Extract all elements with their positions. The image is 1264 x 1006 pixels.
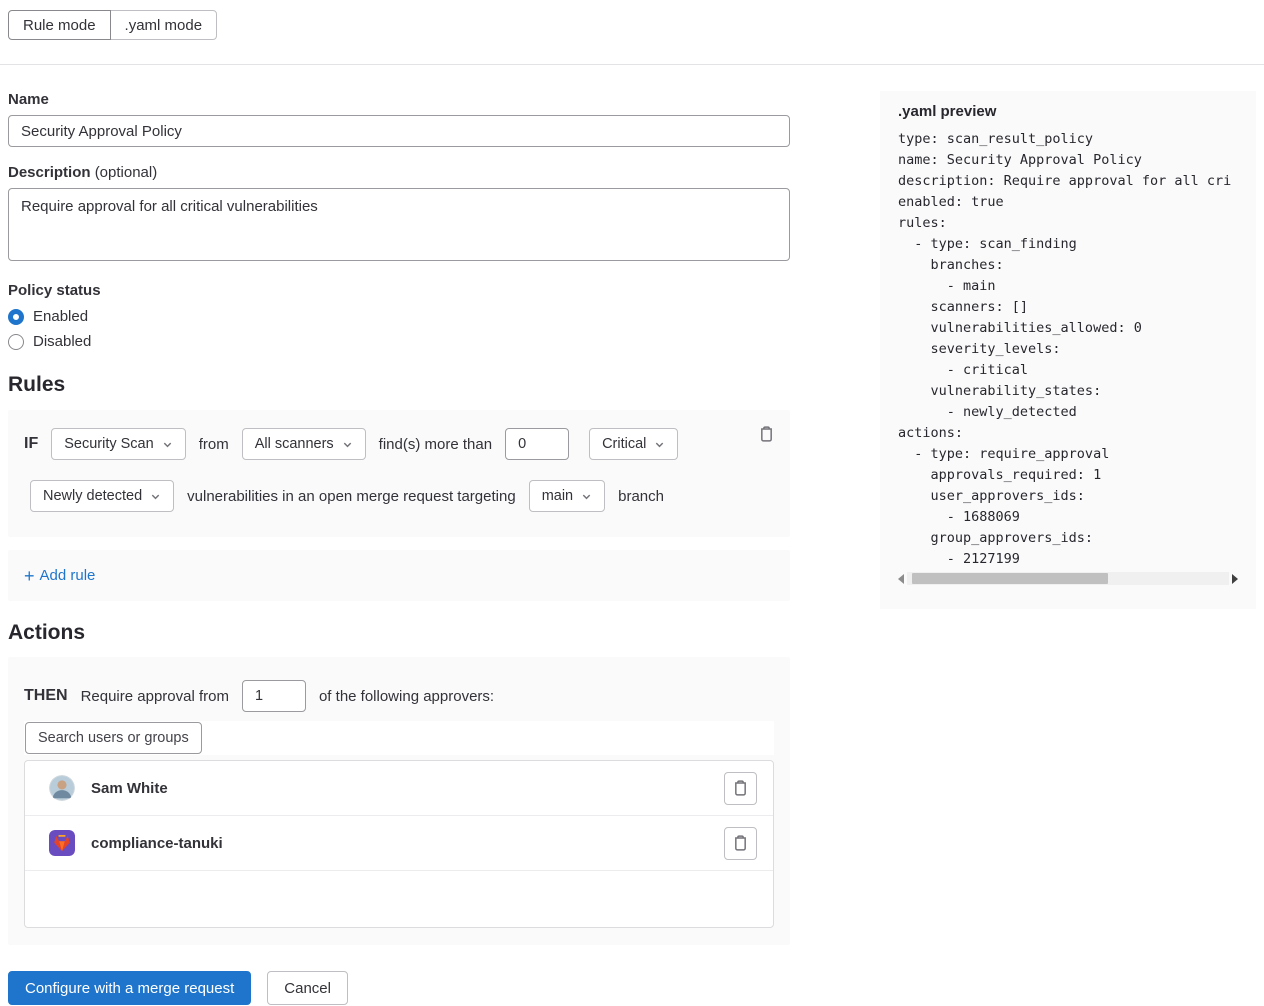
delete-rule-button[interactable] [750,418,782,450]
description-optional-hint: (optional) [95,164,158,181]
if-keyword: IF [24,435,38,453]
rules-heading: Rules [8,373,790,397]
actions-heading: Actions [8,621,790,645]
approver-search-input[interactable]: Search users or groups [25,722,202,754]
add-rule-label: Add rule [40,567,96,584]
policy-editor-page: Rule mode .yaml mode Name Description (o… [0,0,1264,1005]
yaml-preview-title: .yaml preview [898,103,1238,120]
trash-icon [732,779,749,797]
yaml-preview-panel: .yaml preview type: scan_result_policy n… [880,91,1256,609]
approvers-suffix-label: of the following approvers: [319,688,494,705]
name-label: Name [8,91,790,108]
radio-disabled-dot[interactable] [8,334,24,350]
tab-rule-mode[interactable]: Rule mode [8,10,111,40]
trash-icon [732,834,749,852]
chevron-down-icon [654,439,665,450]
name-input[interactable] [8,115,790,147]
approvals-required-input[interactable] [242,680,306,712]
form-footer: Configure with a merge request Cancel [8,971,790,1005]
approver-search-strip: Search users or groups [24,721,774,755]
scan-type-value: Security Scan [64,436,153,452]
description-input[interactable]: Require approval for all critical vulner… [8,188,790,261]
from-label: from [199,436,229,453]
approver-name: Sam White [91,780,724,797]
remove-approver-button[interactable] [724,827,757,860]
scrollbar-left-arrow-icon[interactable] [898,574,904,584]
finds-label: find(s) more than [379,436,492,453]
approvers-list: Sam White [24,760,774,928]
chevron-down-icon [342,439,353,450]
severity-value: Critical [602,436,646,452]
description-label-text: Description [8,164,91,181]
plus-icon: + [24,567,35,585]
chevron-down-icon [581,491,592,502]
scrollbar-thumb[interactable] [912,573,1108,584]
rule-card: IF Security Scan from All scanners find(… [8,410,790,537]
radio-enabled[interactable]: Enabled [8,308,790,325]
trash-icon [758,425,775,443]
radio-disabled-label: Disabled [33,333,91,350]
approver-name: compliance-tanuki [91,835,724,852]
scan-type-dropdown[interactable]: Security Scan [51,428,185,460]
yaml-horizontal-scrollbar[interactable] [898,572,1238,585]
mode-tab-group: Rule mode .yaml mode [8,10,217,40]
scrollbar-right-arrow-icon[interactable] [1232,574,1238,584]
header-divider [0,64,1264,65]
radio-enabled-label: Enabled [33,308,88,325]
add-rule-strip: + Add rule [8,550,790,601]
chevron-down-icon [162,439,173,450]
radio-disabled[interactable]: Disabled [8,333,790,350]
yaml-preview-code: type: scan_result_policy name: Security … [898,129,1238,570]
add-rule-button[interactable]: + Add rule [24,567,95,585]
chevron-down-icon [150,491,161,502]
branch-suffix-label: branch [618,488,664,505]
policy-form: Name Description (optional) Require appr… [8,91,790,1005]
approver-row: compliance-tanuki [25,816,773,871]
scanners-dropdown[interactable]: All scanners [242,428,366,460]
cancel-button[interactable]: Cancel [267,971,348,1005]
vulnerabilities-allowed-input[interactable] [505,428,569,460]
vulnerability-state-value: Newly detected [43,488,142,504]
scrollbar-track[interactable] [907,572,1229,585]
actions-card: THEN Require approval from of the follow… [8,657,790,945]
branch-value: main [542,488,573,504]
scanners-value: All scanners [255,436,334,452]
configure-merge-request-button[interactable]: Configure with a merge request [8,971,251,1005]
remove-approver-button[interactable] [724,772,757,805]
severity-dropdown[interactable]: Critical [589,428,678,460]
approver-row: Sam White [25,761,773,816]
user-avatar [49,775,75,801]
branch-dropdown[interactable]: main [529,480,605,512]
description-label: Description (optional) [8,164,790,181]
policy-status-label: Policy status [8,282,790,299]
then-keyword: THEN [24,687,68,705]
require-approval-label: Require approval from [81,688,229,705]
radio-enabled-dot[interactable] [8,309,24,325]
tab-yaml-mode[interactable]: .yaml mode [110,10,218,40]
targeting-label: vulnerabilities in an open merge request… [187,488,516,505]
vulnerability-state-dropdown[interactable]: Newly detected [30,480,174,512]
group-avatar [49,830,75,856]
